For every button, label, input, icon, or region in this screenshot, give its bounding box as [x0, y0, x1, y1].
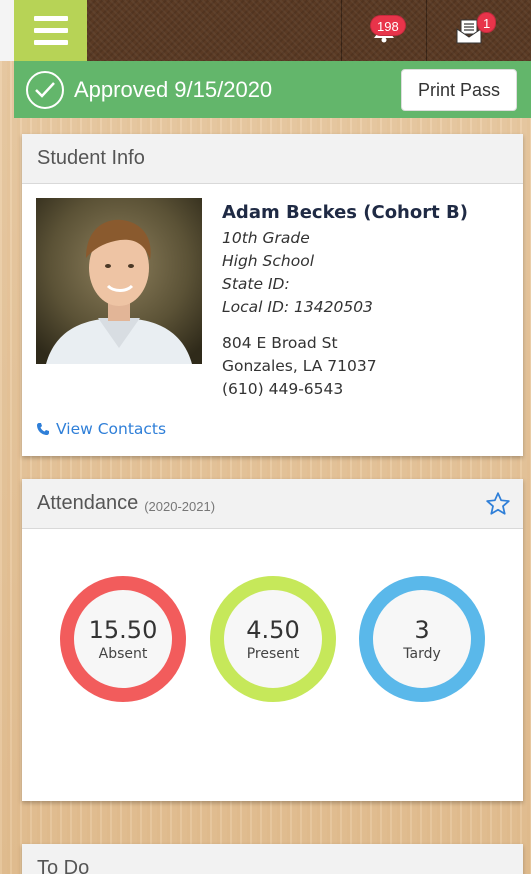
tardy-value: 3	[414, 616, 430, 644]
present-value: 4.50	[246, 616, 300, 644]
hamburger-line	[33, 40, 68, 45]
student-portrait-image	[36, 198, 202, 364]
messages-button[interactable]: 1	[427, 0, 511, 61]
view-contacts-label: View Contacts	[56, 420, 167, 438]
card-title: Student Info	[22, 134, 523, 184]
student-local-id: Local ID: 13420503	[222, 298, 373, 316]
messages-badge: 1	[477, 12, 497, 33]
attendance-header: Attendance (2020-2021)	[22, 479, 523, 529]
todo-card: To Do	[22, 844, 523, 874]
tardy-label: Tardy	[403, 646, 441, 662]
absent-stat[interactable]: 15.50 Absent	[60, 576, 186, 702]
top-navigation-bar: 198 1	[0, 0, 531, 61]
check-circle-icon	[26, 70, 64, 109]
absent-value: 15.50	[88, 616, 158, 644]
left-edge-strip	[0, 0, 14, 61]
notifications-button[interactable]: 198	[342, 0, 426, 61]
attendance-stats: 15.50 Absent 4.50 Present 3 Tardy	[22, 529, 523, 801]
absent-label: Absent	[98, 646, 148, 662]
student-grade: 10th Grade	[222, 229, 310, 247]
notifications-badge: 198	[370, 15, 406, 36]
present-label: Present	[246, 646, 300, 662]
student-school: High School	[222, 252, 315, 270]
present-stat[interactable]: 4.50 Present	[210, 576, 336, 702]
approval-status-bar: Approved 9/15/2020 Print Pass	[14, 61, 531, 118]
student-state-id: State ID:	[222, 275, 290, 293]
address-line-1: 804 E Broad St	[222, 334, 338, 352]
hamburger-line	[33, 28, 68, 33]
attendance-card: Attendance (2020-2021) 15.50 Absent 4.50…	[22, 479, 523, 801]
tardy-stat[interactable]: 3 Tardy	[359, 576, 485, 702]
student-phone: (610) 449-6543	[222, 380, 344, 398]
student-info-card: Student Info Adam Beckes (Cohort B) 10th…	[22, 134, 523, 456]
approved-status-text: Approved 9/15/2020	[74, 76, 273, 102]
student-photo	[36, 198, 202, 364]
attendance-year: (2020-2021)	[144, 498, 216, 514]
phone-icon	[37, 423, 49, 435]
attendance-title: Attendance	[37, 492, 139, 514]
address-line-2: Gonzales, LA 71037	[222, 357, 377, 375]
todo-title: To Do	[22, 844, 523, 874]
print-pass-button[interactable]: Print Pass	[401, 69, 517, 111]
star-icon[interactable]	[485, 491, 511, 517]
view-contacts-link[interactable]: View Contacts	[36, 420, 166, 438]
student-name: Adam Beckes (Cohort B)	[222, 202, 468, 223]
menu-button[interactable]	[14, 0, 87, 61]
hamburger-line	[33, 16, 68, 21]
